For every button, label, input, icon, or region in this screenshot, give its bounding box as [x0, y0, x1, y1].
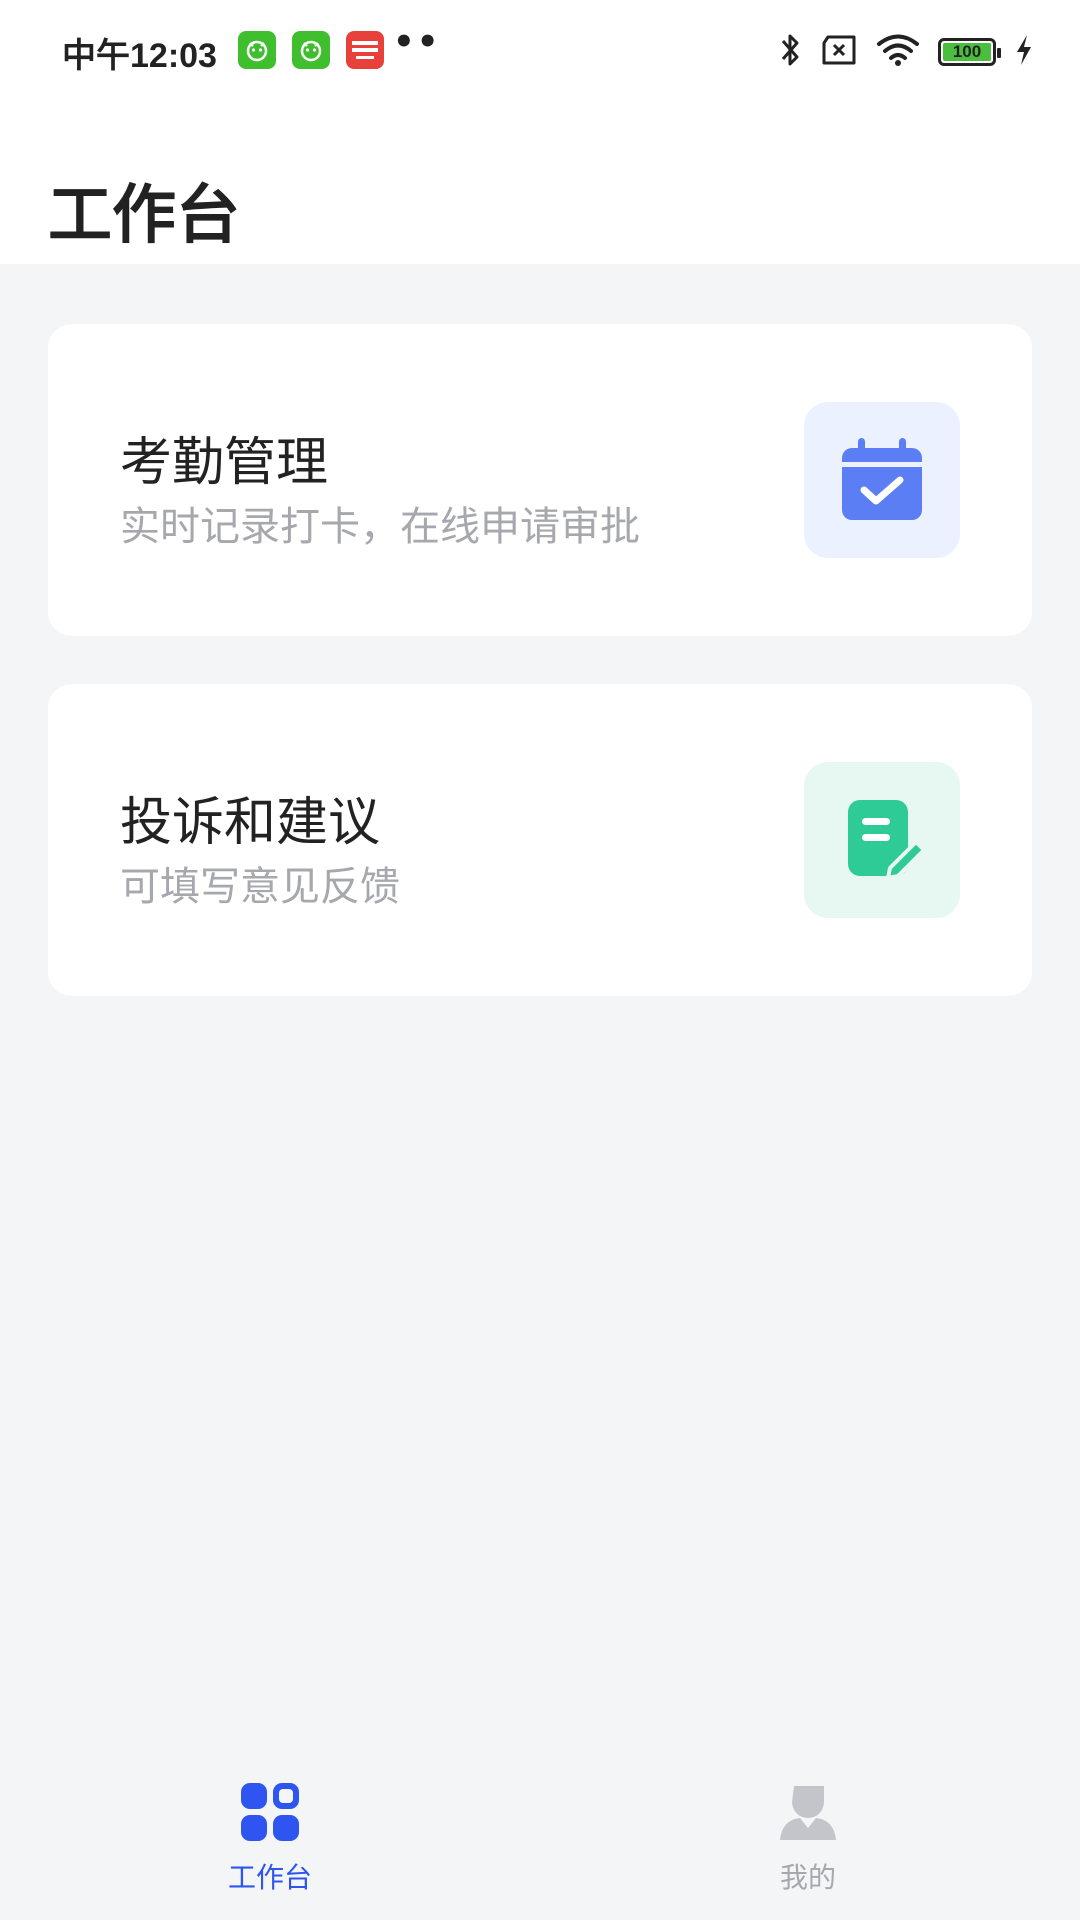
card-subtitle: 实时记录打卡，在线申请审批 — [120, 504, 640, 550]
tab-label: 我的 — [779, 1861, 836, 1894]
battery-icon: 100 — [938, 38, 1001, 66]
grid-apps-icon — [240, 1782, 300, 1842]
wifi-icon — [876, 33, 920, 71]
tab-workbench[interactable]: 工作台 — [170, 1752, 370, 1920]
tab-mine[interactable]: 我的 — [708, 1752, 908, 1920]
calendar-check-icon — [804, 402, 960, 558]
card-title: 考勤管理 — [120, 433, 329, 493]
feedback-card[interactable]: 投诉和建议 可填写意见反馈 — [48, 684, 1032, 996]
bottom-tab-bar: 工作台 我的 — [0, 1752, 1080, 1920]
status-bar: 中午12:03 •• 100 — [0, 0, 1080, 104]
person-icon — [778, 1782, 838, 1842]
charging-icon — [1014, 33, 1034, 71]
bluetooth-icon — [778, 31, 802, 73]
battery-level: 100 — [952, 42, 982, 61]
app-notification-icon — [292, 31, 330, 69]
news-app-icon — [346, 31, 384, 69]
card-title: 投诉和建议 — [120, 793, 381, 853]
page-title: 工作台 — [48, 179, 240, 253]
status-icons: 100 — [778, 30, 1034, 74]
attendance-card[interactable]: 考勤管理 实时记录打卡，在线申请审批 — [48, 324, 1032, 636]
page-header: 工作台 — [0, 104, 1080, 264]
more-notifications-dots: •• — [393, 22, 441, 62]
document-edit-icon — [804, 762, 960, 918]
card-subtitle: 可填写意见反馈 — [120, 864, 400, 910]
tab-label: 工作台 — [227, 1861, 312, 1894]
status-time: 中午12:03 — [62, 37, 217, 75]
app-notification-icon — [238, 31, 276, 69]
sim-off-icon — [820, 35, 858, 69]
